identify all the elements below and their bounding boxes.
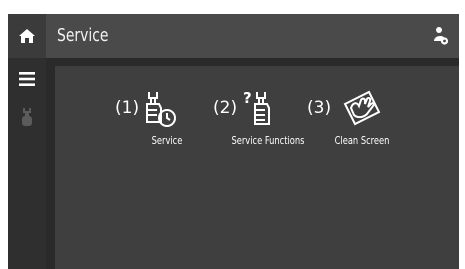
top-bar: Service [8,14,459,58]
service-screen: Service (1) Service (2) ? Service Functi… [8,14,459,269]
hand-wipe-icon [343,90,381,126]
clean-screen-tile[interactable]: (3) Clean Screen [307,90,407,154]
sidebar-item-service[interactable] [8,102,46,132]
sidebar [8,58,46,269]
tile-number: (1) [115,98,140,118]
hamburger-menu-icon [19,72,35,86]
tile-label: Service Functions [231,134,305,147]
user-settings-button[interactable] [423,14,459,58]
service-functions-tile[interactable]: (2) ? Service Functions [213,90,313,154]
tile-number: (2) [213,98,238,118]
home-icon [19,29,35,43]
page-title: Service [57,25,109,46]
service-wrench-icon [22,108,32,126]
tile-number: (3) [307,98,332,118]
user-settings-icon [434,27,449,45]
service-menu-panel: (1) Service (2) ? Service Functions (3) … [55,66,459,269]
service-tile[interactable]: (1) Service [115,90,195,154]
wrench-clock-icon [146,92,176,127]
tile-label: Clean Screen [334,134,390,147]
tile-label: Service [151,134,183,147]
wrench-question-icon: ? [243,90,270,125]
svg-text:?: ? [243,90,252,107]
home-button[interactable] [8,14,46,58]
menu-button[interactable] [8,64,46,94]
